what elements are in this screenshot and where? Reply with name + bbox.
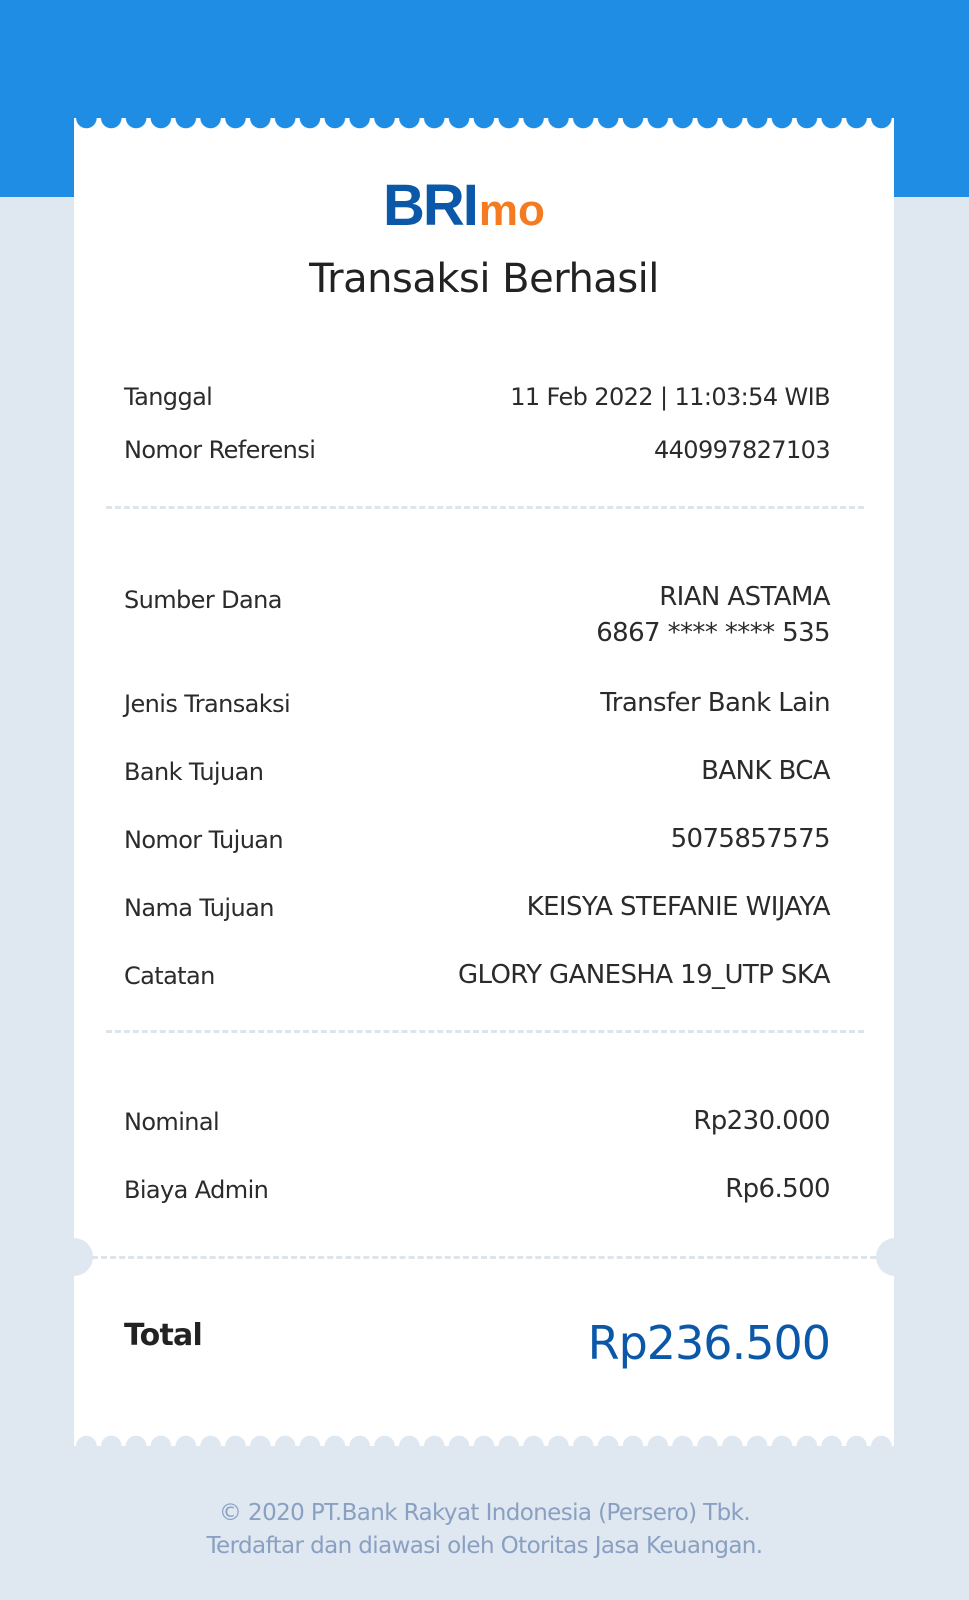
logo-primary-text: BRI	[383, 173, 479, 238]
total-value: Rp236.500	[587, 1316, 831, 1370]
reference-label: Nomor Referensi	[124, 436, 316, 464]
detail-label: Nomor Tujuan	[124, 826, 284, 854]
detail-label: Bank Tujuan	[124, 758, 264, 786]
page-title: Transaksi Berhasil	[309, 256, 659, 302]
total-label: Total	[124, 1318, 203, 1353]
divider	[106, 1030, 864, 1033]
amount-label: Biaya Admin	[124, 1176, 269, 1204]
divider-tear	[92, 1256, 876, 1259]
brimo-logo: BRI mo	[383, 176, 545, 236]
receipt-notch-left	[55, 1238, 93, 1276]
source-name: RIAN ASTAMA	[659, 582, 830, 612]
logo-secondary-text: mo	[478, 186, 545, 235]
detail-value: BANK BCA	[701, 756, 831, 786]
detail-value: KEISYA STEFANIE WIJAYA	[526, 892, 831, 922]
detail-label: Nama Tujuan	[124, 894, 274, 922]
amount-label: Nominal	[124, 1108, 220, 1136]
footer-copyright: © 2020 PT.Bank Rakyat Indonesia (Persero…	[218, 1500, 751, 1526]
date-label: Tanggal	[124, 383, 213, 411]
amount-value: Rp6.500	[725, 1174, 830, 1204]
detail-value: 5075857575	[670, 824, 831, 854]
reference-value: 440997827103	[653, 436, 831, 464]
detail-value: GLORY GANESHA 19_UTP SKA	[457, 960, 831, 990]
footer-regulator: Terdaftar dan diawasi oleh Otoritas Jasa…	[206, 1533, 764, 1559]
date-value: 11 Feb 2022 | 11:03:54 WIB	[510, 383, 830, 411]
amount-value: Rp230.000	[693, 1106, 830, 1136]
detail-label: Catatan	[124, 962, 215, 990]
receipt-notch-right	[876, 1238, 914, 1276]
receipt-top-edge	[74, 118, 894, 130]
receipt-bottom-edge	[74, 1434, 894, 1446]
detail-label: Jenis Transaksi	[124, 690, 291, 718]
detail-value: Transfer Bank Lain	[600, 688, 830, 718]
divider	[106, 506, 864, 509]
source-account: 6867 **** **** 535	[596, 618, 830, 648]
source-label: Sumber Dana	[124, 586, 282, 614]
